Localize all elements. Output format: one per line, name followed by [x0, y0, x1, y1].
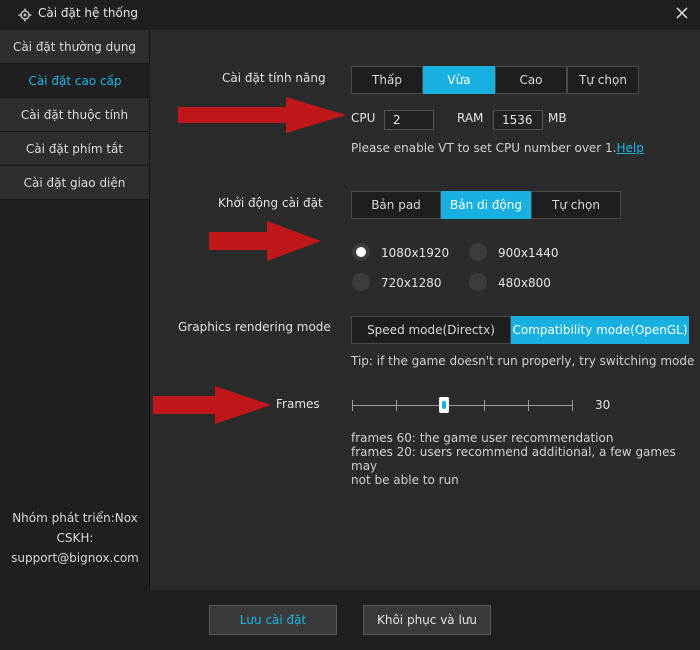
frames-note-20: frames 20: users recommend additional, a… [351, 445, 676, 473]
startup-option-custom[interactable]: Tự chọn [531, 191, 621, 219]
frames-slider-thumb[interactable] [439, 397, 449, 413]
resolution-radio-480x800[interactable] [469, 273, 487, 291]
arrow-icon [153, 386, 271, 424]
main-panel: Cài đặt tính năng Thấp Vừa Cao Tự chọn C… [151, 30, 700, 590]
sidebar-item-properties[interactable]: Cài đặt thuộc tính [0, 98, 150, 132]
graphics-option-directx[interactable]: Speed mode(Directx) [351, 316, 511, 344]
ram-unit-label: MB [548, 111, 567, 125]
performance-option-high[interactable]: Cao [495, 66, 567, 94]
resolution-label-1080x1920: 1080x1920 [381, 246, 450, 260]
vt-note-text: Please enable VT to set CPU number over … [351, 141, 617, 155]
developer-label: Nhóm phát triển:Nox [12, 511, 138, 525]
bottom-bar: Lưu cài đặt Khôi phục và lưu [0, 590, 700, 650]
frames-note-60: frames 60: the game user recommendation [351, 431, 614, 445]
frames-note-20-cont: not be able to run [351, 473, 459, 487]
save-button[interactable]: Lưu cài đặt [209, 605, 337, 635]
ram-label: RAM [457, 111, 484, 125]
title-bar: Cài đặt hệ thống [0, 0, 700, 30]
cpu-label: CPU [351, 111, 376, 125]
sidebar-item-advanced[interactable]: Cài đặt cao cấp [0, 64, 150, 98]
performance-label: Cài đặt tính năng [222, 71, 326, 85]
performance-option-medium[interactable]: Vừa [423, 66, 495, 94]
resolution-label-900x1440: 900x1440 [498, 246, 559, 260]
performance-option-low[interactable]: Thấp [351, 66, 423, 94]
frames-value: 30 [595, 398, 611, 412]
restore-button[interactable]: Khôi phục và lưu [363, 605, 491, 635]
resolution-label-720x1280: 720x1280 [381, 276, 442, 290]
startup-label: Khởi động cài đặt [218, 196, 323, 210]
help-link[interactable]: Help [617, 141, 644, 155]
close-icon[interactable] [675, 6, 689, 20]
window-title: Cài đặt hệ thống [38, 6, 139, 20]
sidebar-item-shortcuts[interactable]: Cài đặt phím tắt [0, 132, 150, 166]
resolution-radio-900x1440[interactable] [469, 243, 487, 261]
resolution-label-480x800: 480x800 [498, 276, 551, 290]
vt-note: Please enable VT to set CPU number over … [351, 141, 644, 155]
resolution-radio-720x1280[interactable] [352, 273, 370, 291]
cpu-input[interactable]: 2 [384, 110, 434, 130]
arrow-icon [209, 221, 321, 261]
performance-option-custom[interactable]: Tự chọn [567, 66, 639, 94]
frames-notes: frames 60: the game user recommendation … [351, 431, 700, 487]
graphics-option-opengl[interactable]: Compatibility mode(OpenGL) [511, 316, 689, 344]
gear-icon [18, 8, 32, 22]
ram-input[interactable]: 1536 [493, 110, 543, 130]
support-label: CSKH: [56, 531, 94, 545]
sidebar-footer: Nhóm phát triển:Nox CSKH: support@bignox… [0, 508, 150, 568]
sidebar-item-general[interactable]: Cài đặt thường dụng [0, 30, 150, 64]
sidebar-item-interface[interactable]: Cài đặt giao diện [0, 166, 150, 200]
graphics-tip: Tip: if the game doesn't run properly, t… [351, 354, 695, 368]
startup-option-mobile[interactable]: Bản di động [441, 191, 531, 219]
frames-slider[interactable] [351, 396, 575, 416]
startup-option-pad[interactable]: Bản pad [351, 191, 441, 219]
support-email: support@bignox.com [11, 551, 139, 565]
graphics-label: Graphics rendering mode [178, 320, 331, 334]
resolution-radio-1080x1920[interactable] [352, 243, 370, 261]
arrow-icon [178, 97, 346, 133]
frames-label: Frames [276, 397, 320, 411]
sidebar: Cài đặt thường dụng Cài đặt cao cấp Cài … [0, 30, 150, 590]
